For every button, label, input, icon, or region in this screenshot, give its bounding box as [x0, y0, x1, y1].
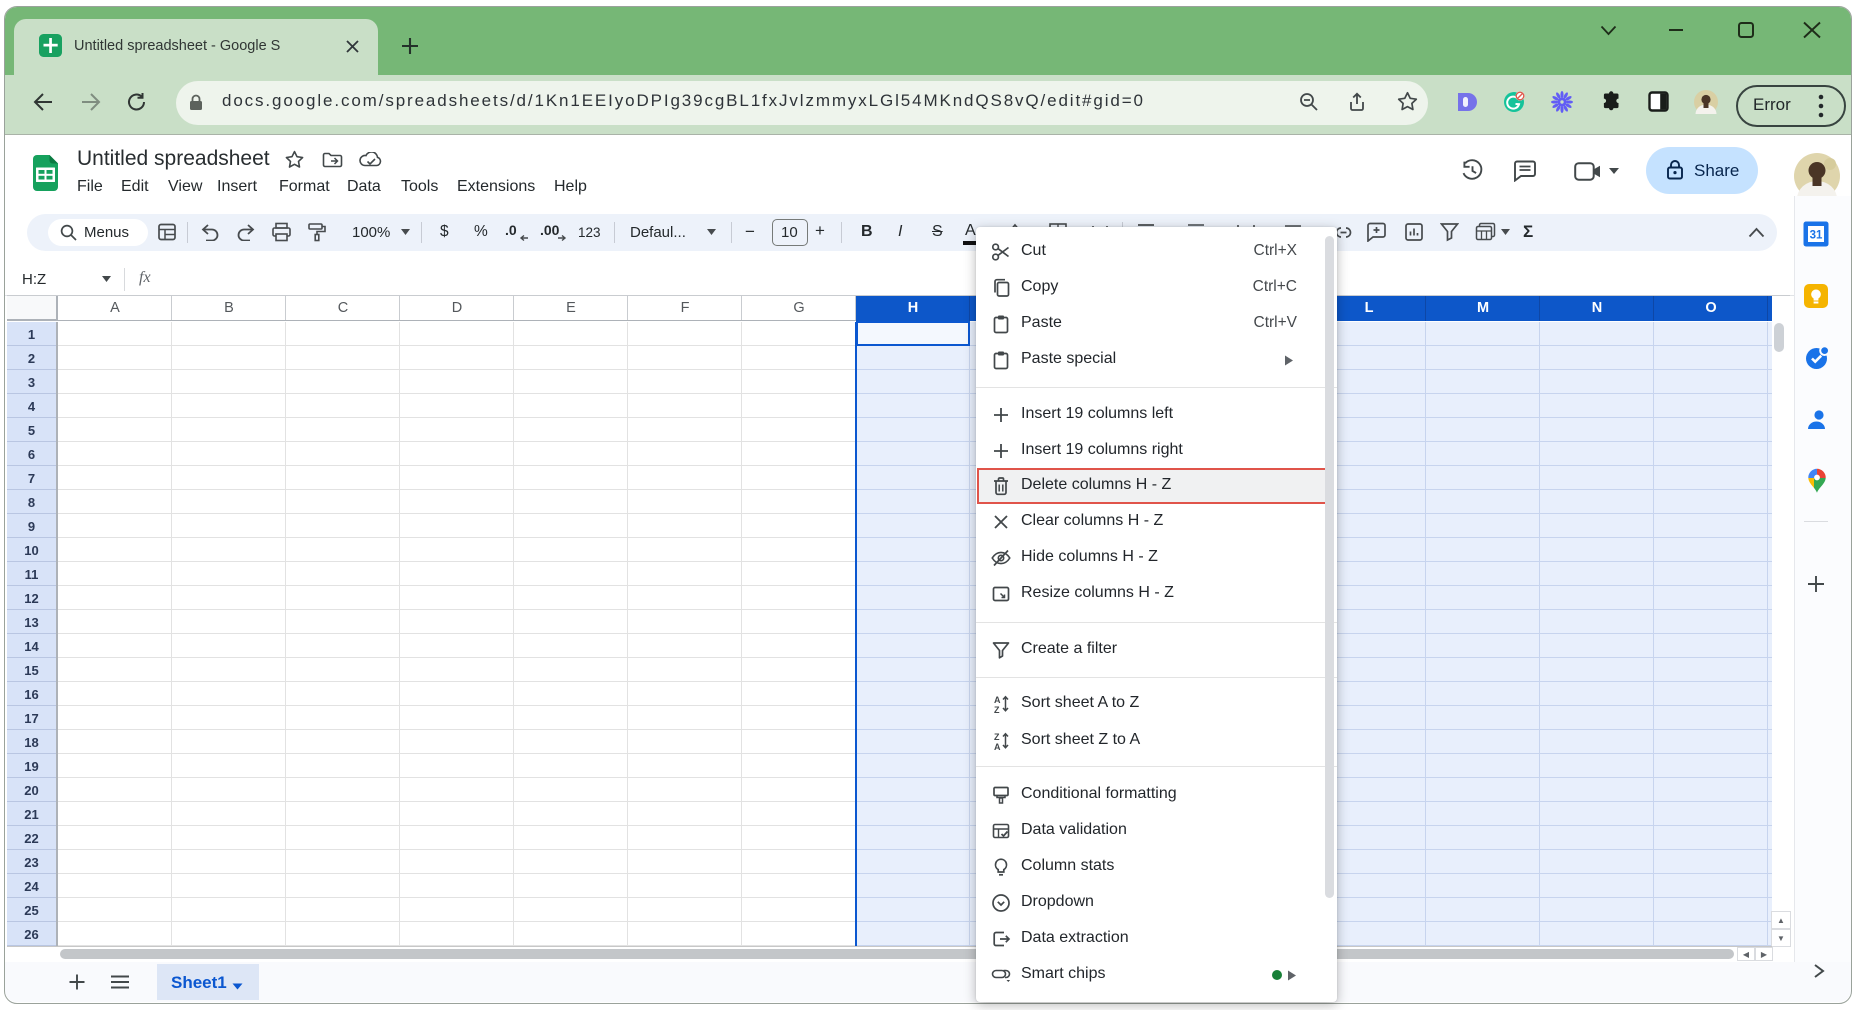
svg-text:31: 31: [1810, 230, 1823, 242]
svg-text:A: A: [994, 695, 1001, 705]
svg-text:Z: Z: [994, 732, 1000, 742]
svg-text:A: A: [994, 742, 1001, 751]
svg-text:Z: Z: [994, 705, 1000, 714]
